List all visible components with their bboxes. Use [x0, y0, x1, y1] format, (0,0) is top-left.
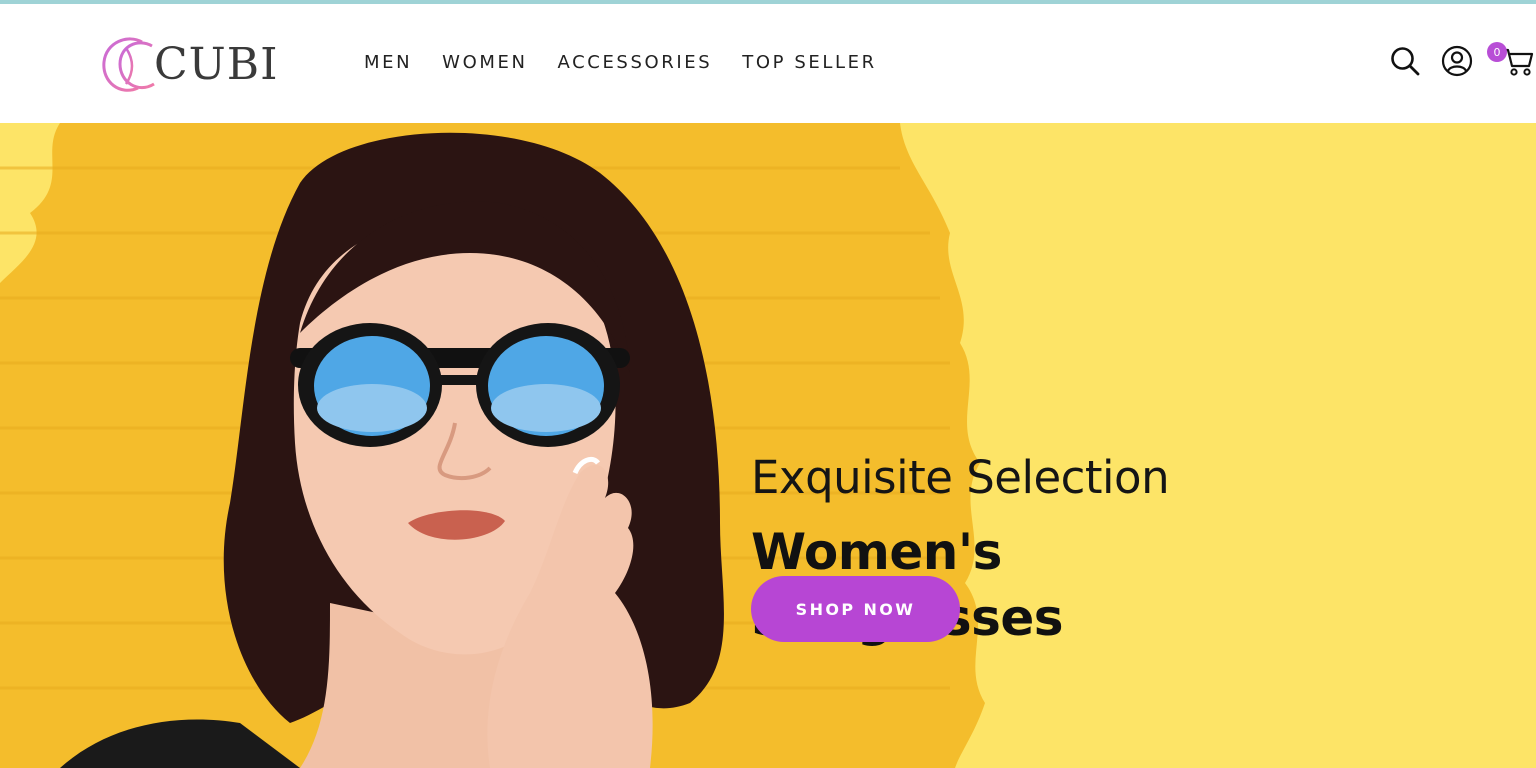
search-icon[interactable] [1388, 44, 1422, 78]
cart-icon[interactable]: 0 [1487, 42, 1536, 78]
main-nav: MEN WOMEN ACCESSORIES TOP SELLER [364, 52, 907, 73]
nav-item-accessories[interactable]: ACCESSORIES [558, 52, 713, 73]
nav-item-women[interactable]: WOMEN [442, 52, 527, 73]
cart-count-badge: 0 [1487, 42, 1507, 62]
site-header: CUBI MEN WOMEN ACCESSORIES TOP SELLER 0 [0, 4, 1536, 123]
hero-subtitle: Exquisite Selection [751, 451, 1170, 504]
hero-banner: Exquisite Selection Women's Sunglasses [0, 123, 1536, 768]
shop-now-button[interactable]: SHOP NOW [751, 576, 960, 642]
user-icon[interactable] [1440, 44, 1474, 78]
nav-item-top-seller[interactable]: TOP SELLER [742, 52, 876, 73]
logo-mark-icon [102, 37, 155, 92]
nav-item-men[interactable]: MEN [364, 52, 412, 73]
hero-image [0, 123, 985, 768]
brand-logo[interactable]: CUBI [98, 30, 278, 100]
brand-name: CUBI [154, 39, 279, 90]
